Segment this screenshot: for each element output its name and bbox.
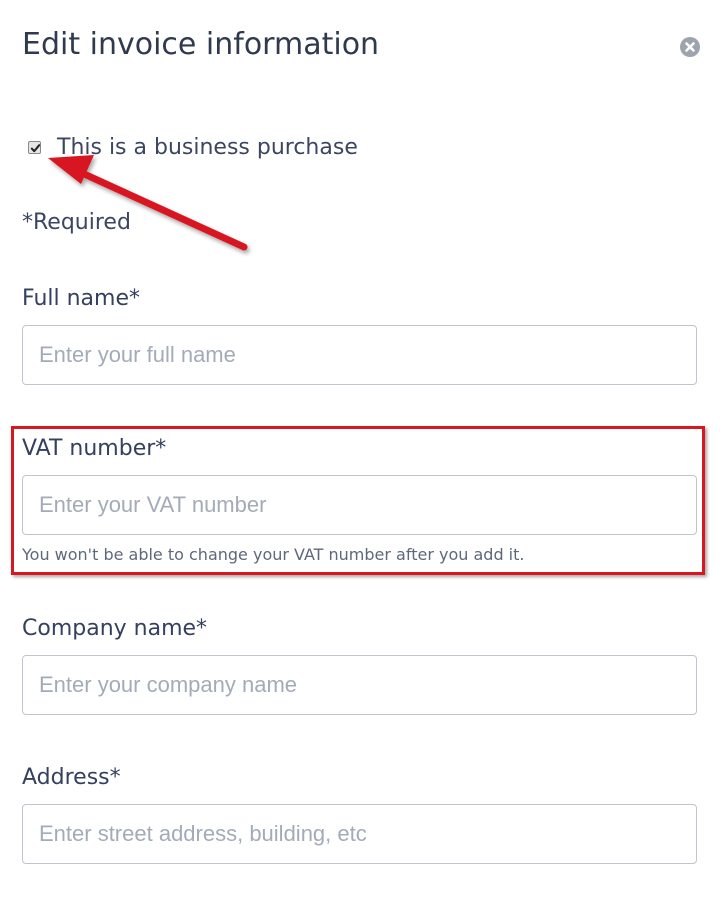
business-purchase-checkbox[interactable] xyxy=(28,140,41,154)
full-name-input[interactable] xyxy=(22,325,697,385)
company-name-label: Company name* xyxy=(22,616,208,641)
close-circle-icon xyxy=(685,42,695,52)
company-name-input[interactable] xyxy=(22,655,697,715)
business-purchase-label[interactable]: This is a business purchase xyxy=(57,135,358,160)
required-note: *Required xyxy=(22,210,131,235)
address-label: Address* xyxy=(22,765,121,790)
checkmark-icon xyxy=(30,143,41,152)
address-input[interactable] xyxy=(22,804,697,864)
dialog-title: Edit invoice information xyxy=(22,27,380,62)
business-purchase-row: This is a business purchase xyxy=(28,132,358,162)
vat-highlight-box xyxy=(11,426,705,575)
close-button[interactable] xyxy=(680,37,700,57)
full-name-label: Full name* xyxy=(22,286,141,311)
